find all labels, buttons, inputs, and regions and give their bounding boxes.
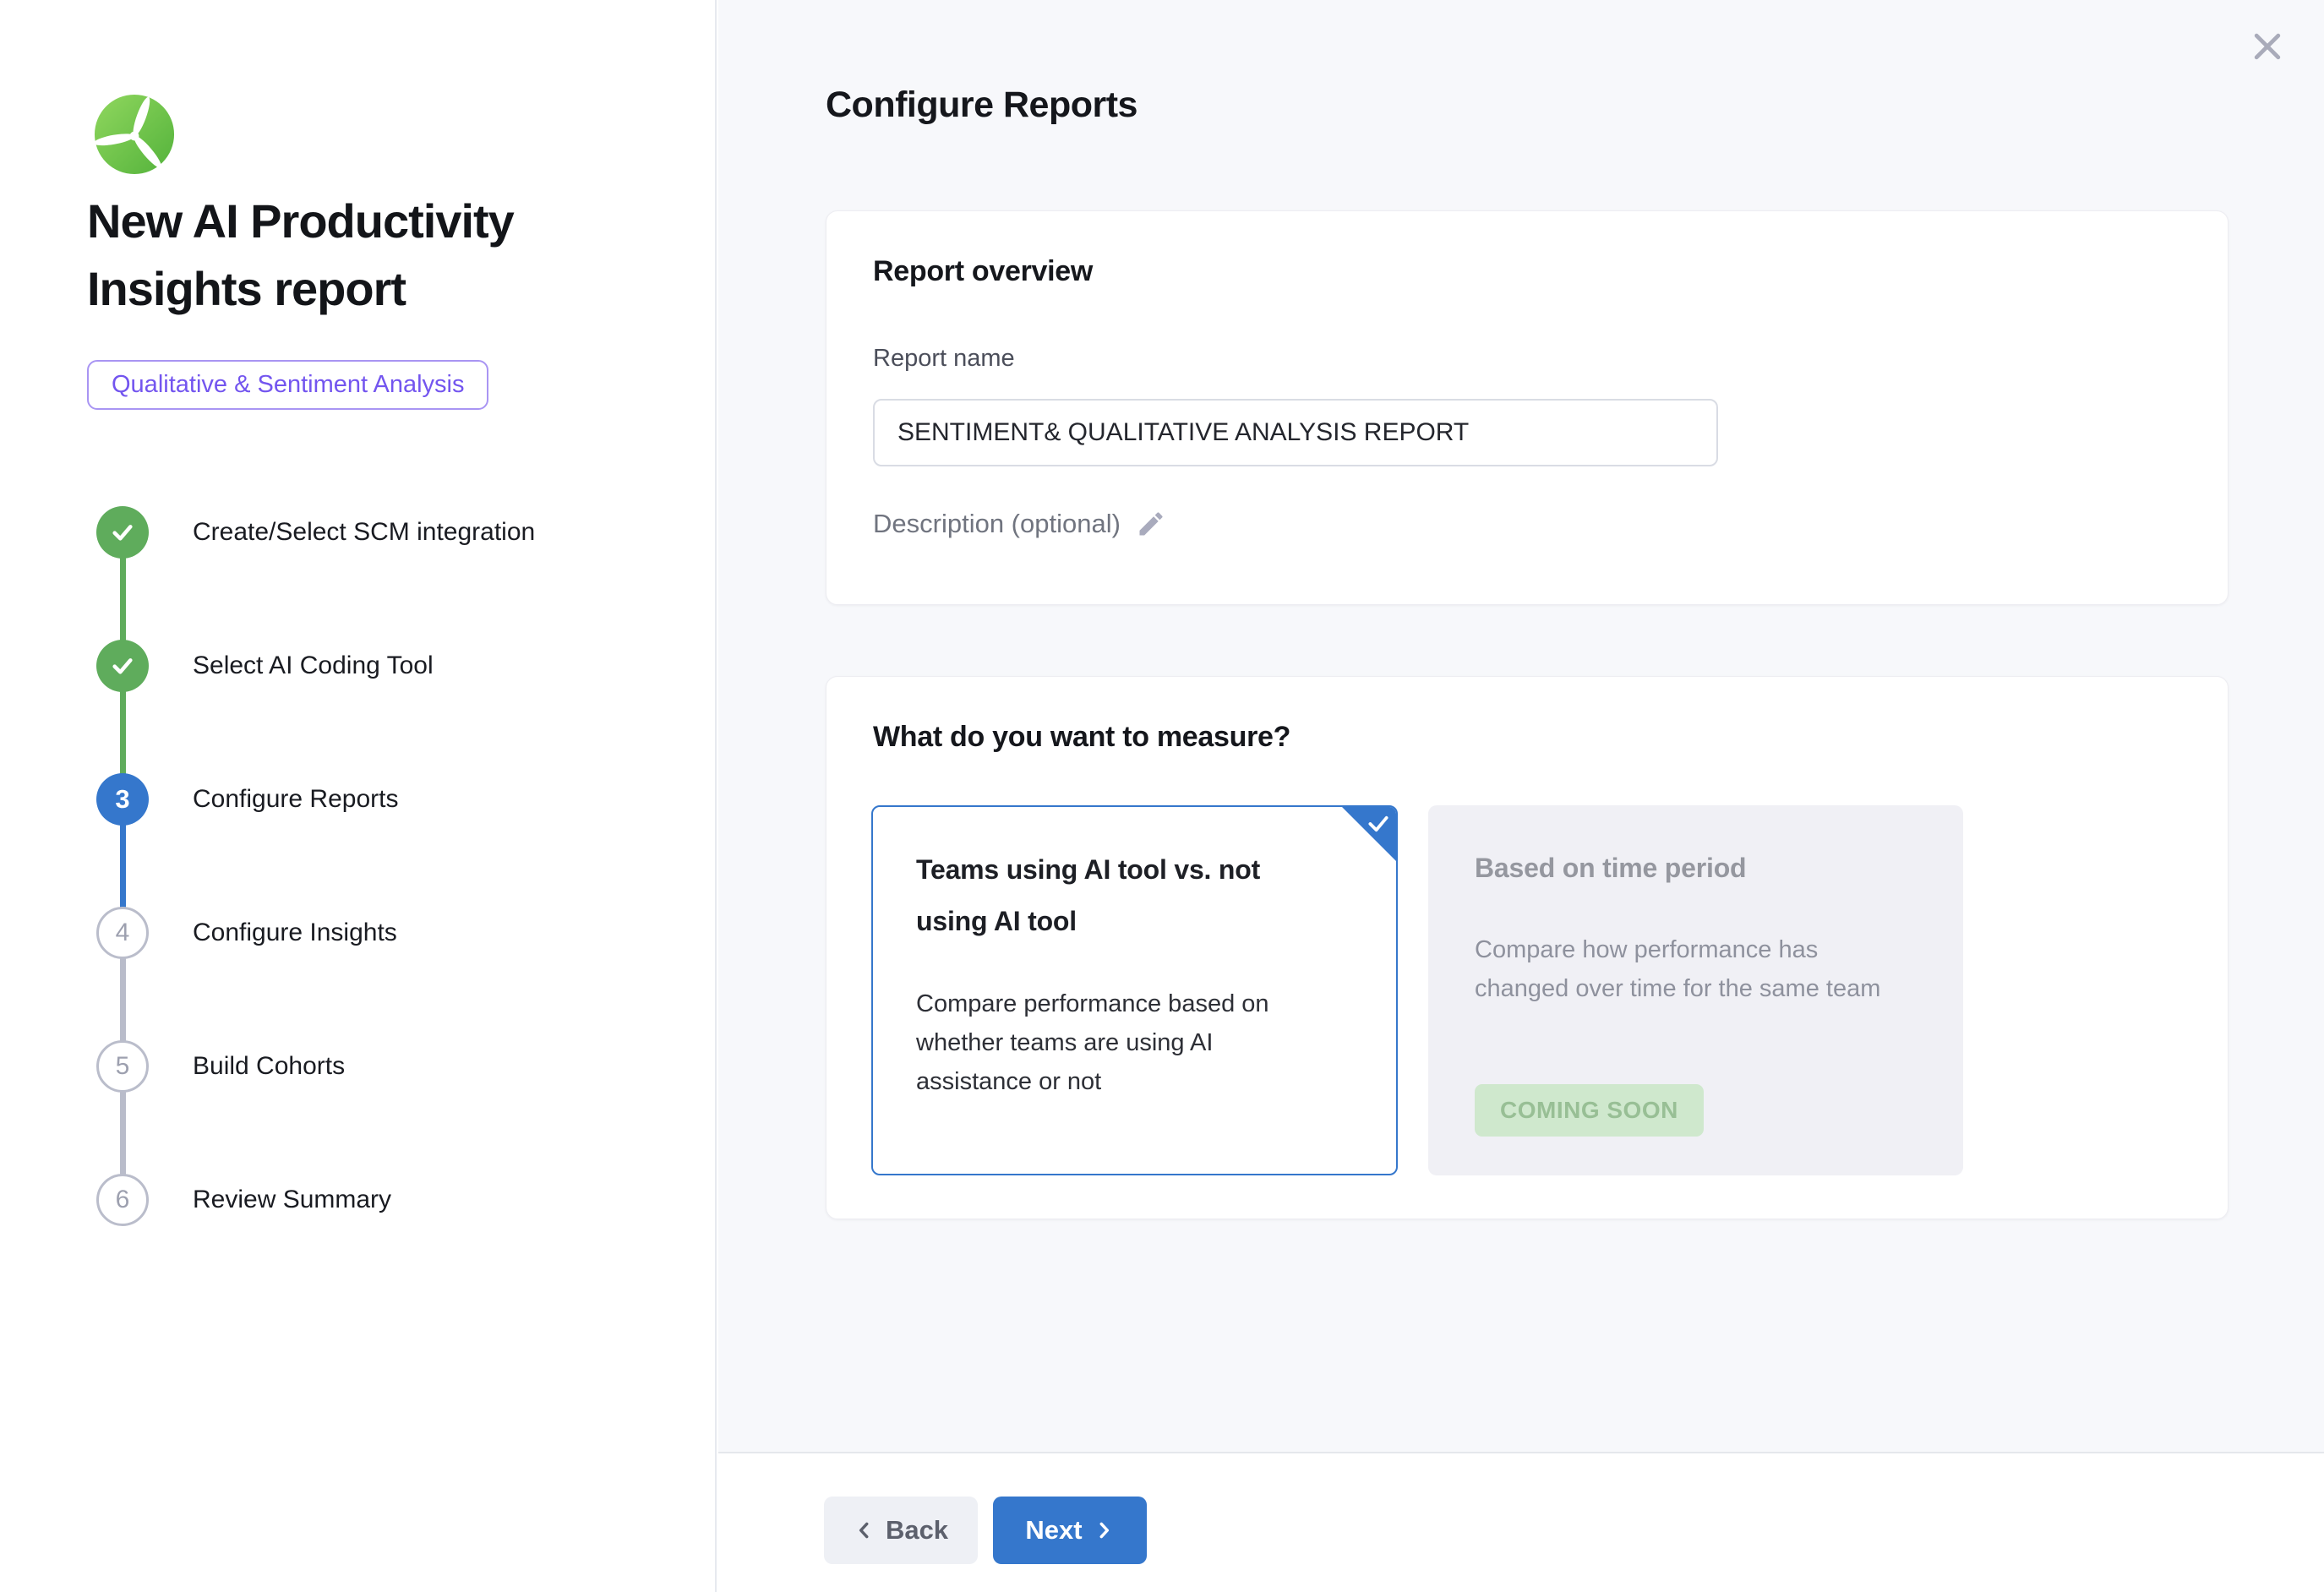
next-button-label: Next bbox=[1025, 1515, 1082, 1546]
report-name-input[interactable] bbox=[873, 399, 1718, 466]
report-overview-heading: Report overview bbox=[873, 255, 1093, 288]
report-name-label: Report name bbox=[873, 345, 1015, 373]
step-configure-insights[interactable]: 4 Configure Insights bbox=[96, 907, 620, 959]
chevron-right-icon bbox=[1093, 1519, 1115, 1541]
step-configure-reports[interactable]: 3 Configure Reports bbox=[96, 773, 620, 826]
option-based-on-time-period: Based on time period Compare how perform… bbox=[1428, 805, 1963, 1175]
report-overview-card: Report overview Report name Description … bbox=[826, 210, 2229, 605]
step-complete-check-icon bbox=[96, 640, 149, 692]
step-number-badge: 6 bbox=[96, 1174, 149, 1226]
step-number-badge: 4 bbox=[96, 907, 149, 959]
add-description-control[interactable]: Description (optional) bbox=[873, 504, 1166, 544]
step-label: Review Summary bbox=[193, 1174, 391, 1226]
step-number-badge: 3 bbox=[96, 773, 149, 826]
description-label: Description (optional) bbox=[873, 509, 1121, 539]
option-title: Based on time period bbox=[1475, 842, 1897, 894]
option-title: Teams using AI tool vs. not using AI too… bbox=[916, 844, 1339, 947]
option-teams-vs-no-ai[interactable]: Teams using AI tool vs. not using AI too… bbox=[871, 805, 1398, 1175]
step-label: Configure Reports bbox=[193, 773, 398, 826]
option-description: Compare performance based on whether tea… bbox=[916, 984, 1330, 1101]
next-button[interactable]: Next bbox=[993, 1497, 1147, 1564]
wizard-sidebar: New AI Productivity Insights report Qual… bbox=[0, 0, 717, 1592]
report-type-badge: Qualitative & Sentiment Analysis bbox=[87, 360, 488, 410]
configure-reports-panel: Configure Reports Report overview Report… bbox=[718, 0, 2324, 1592]
option-description: Compare how performance has changed over… bbox=[1475, 930, 1914, 1008]
wizard-stepper: Create/Select SCM integration Select AI … bbox=[96, 506, 620, 1233]
step-label: Select AI Coding Tool bbox=[193, 640, 434, 692]
page-title: Configure Reports bbox=[826, 85, 1137, 126]
step-number-badge: 5 bbox=[96, 1040, 149, 1093]
step-select-ai-coding-tool[interactable]: Select AI Coding Tool bbox=[96, 640, 620, 692]
close-icon[interactable] bbox=[2246, 25, 2289, 68]
pencil-icon[interactable] bbox=[1136, 509, 1166, 539]
step-label: Build Cohorts bbox=[193, 1040, 345, 1093]
back-button-label: Back bbox=[886, 1515, 948, 1546]
step-build-cohorts[interactable]: 5 Build Cohorts bbox=[96, 1040, 620, 1093]
wizard-footer: Back Next bbox=[718, 1452, 2324, 1592]
wizard-title: New AI Productivity Insights report bbox=[87, 188, 636, 323]
selected-check-icon bbox=[1366, 814, 1391, 838]
measure-card: What do you want to measure? Teams using… bbox=[826, 676, 2229, 1219]
chevron-left-icon bbox=[854, 1519, 876, 1541]
step-label: Create/Select SCM integration bbox=[193, 506, 535, 559]
step-create-select-scm-integration[interactable]: Create/Select SCM integration bbox=[96, 506, 620, 559]
back-button[interactable]: Back bbox=[824, 1497, 978, 1564]
step-complete-check-icon bbox=[96, 506, 149, 559]
step-review-summary[interactable]: 6 Review Summary bbox=[96, 1174, 620, 1226]
measure-heading: What do you want to measure? bbox=[873, 721, 1290, 754]
propeller-logo-icon bbox=[93, 93, 176, 176]
coming-soon-badge: COMING SOON bbox=[1475, 1084, 1704, 1137]
step-label: Configure Insights bbox=[193, 907, 397, 959]
